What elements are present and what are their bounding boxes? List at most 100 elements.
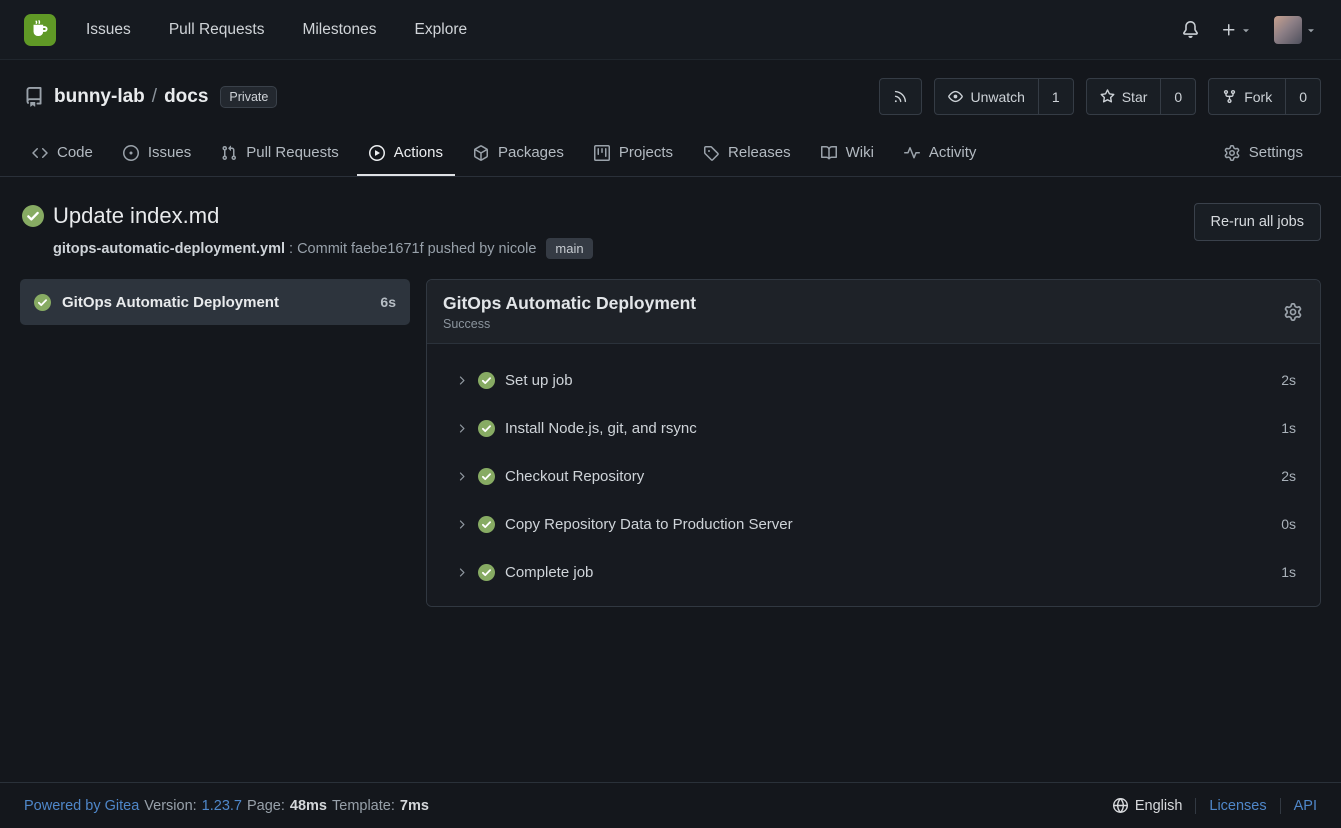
bell-icon <box>1182 21 1199 38</box>
run-subtitle: gitops-automatic-deployment.yml: Commit … <box>53 238 1194 259</box>
fork-icon <box>1222 89 1237 104</box>
chevron-right-icon <box>455 470 468 483</box>
run-title-row: Update index.md <box>22 203 1194 229</box>
user-avatar <box>1274 16 1302 44</box>
step-duration: 1s <box>1281 420 1296 436</box>
nav-links: Issues Pull Requests Milestones Explore <box>86 21 467 39</box>
star-label: Star <box>1122 89 1148 105</box>
step-row[interactable]: Checkout Repository 2s <box>427 452 1320 500</box>
chevron-down-icon <box>1305 24 1317 36</box>
page-label: Page: <box>247 798 285 814</box>
page-footer: Powered by Gitea Version: 1.23.7 Page: 4… <box>0 782 1341 828</box>
tab-issues[interactable]: Issues <box>111 129 203 176</box>
step-name: Install Node.js, git, and rsync <box>505 420 697 437</box>
gitea-cup-icon <box>29 19 51 41</box>
tab-wiki[interactable]: Wiki <box>809 129 886 176</box>
step-row[interactable]: Complete job 1s <box>427 548 1320 596</box>
step-duration: 1s <box>1281 564 1296 580</box>
tab-activity[interactable]: Activity <box>892 129 989 176</box>
repo-owner-link[interactable]: bunny-lab <box>54 86 145 108</box>
language-label: English <box>1135 798 1183 814</box>
template-label: Template: <box>332 798 395 814</box>
success-check-icon <box>478 516 495 533</box>
tab-packages[interactable]: Packages <box>461 129 576 176</box>
plus-icon <box>1221 22 1237 38</box>
repo-name-link[interactable]: docs <box>164 86 208 108</box>
chevron-right-icon <box>455 374 468 387</box>
watch-button-group: Unwatch 1 <box>934 78 1073 115</box>
create-new-button[interactable] <box>1221 22 1252 38</box>
nav-item-milestones[interactable]: Milestones <box>302 21 376 39</box>
step-row[interactable]: Copy Repository Data to Production Serve… <box>427 500 1320 548</box>
user-menu-button[interactable] <box>1274 16 1317 44</box>
commit-sha-link[interactable]: faebe1671f <box>351 241 424 257</box>
tab-label: Actions <box>394 144 443 161</box>
api-link[interactable]: API <box>1280 798 1317 814</box>
tab-releases[interactable]: Releases <box>691 129 803 176</box>
step-duration: 0s <box>1281 516 1296 532</box>
gear-icon <box>1284 303 1302 321</box>
gitea-logo[interactable] <box>24 14 56 46</box>
step-duration: 2s <box>1281 372 1296 388</box>
job-detail-status: Success <box>443 317 696 331</box>
branch-badge[interactable]: main <box>546 238 592 259</box>
fork-label: Fork <box>1244 89 1272 105</box>
step-name: Set up job <box>505 372 573 389</box>
tab-actions[interactable]: Actions <box>357 129 455 176</box>
language-selector[interactable]: English <box>1100 798 1196 814</box>
footer-left: Powered by Gitea Version: 1.23.7 Page: 4… <box>24 798 1100 814</box>
tab-settings[interactable]: Settings <box>1212 129 1315 176</box>
version-link[interactable]: 1.23.7 <box>202 798 242 814</box>
licenses-link[interactable]: Licenses <box>1195 798 1279 814</box>
repo-action-buttons: Unwatch 1 Star 0 Fork 0 <box>879 78 1321 115</box>
tab-label: Code <box>57 144 93 161</box>
fork-button[interactable]: Fork <box>1209 79 1285 114</box>
issue-icon <box>123 145 139 161</box>
star-button[interactable]: Star <box>1087 79 1161 114</box>
globe-icon <box>1113 798 1128 813</box>
repo-header: bunny-lab / docs Private Unwatch 1 Star <box>0 60 1341 177</box>
step-row[interactable]: Set up job 2s <box>427 356 1320 404</box>
play-circle-icon <box>369 145 385 161</box>
steps-list: Set up job 2s Install Node.js, git, and … <box>427 344 1320 606</box>
rerun-all-jobs-button[interactable]: Re-run all jobs <box>1194 203 1322 241</box>
star-icon <box>1100 89 1115 104</box>
job-list-item[interactable]: GitOps Automatic Deployment 6s <box>20 279 410 325</box>
success-check-icon <box>478 372 495 389</box>
pull-request-icon <box>221 145 237 161</box>
step-row[interactable]: Install Node.js, git, and rsync 1s <box>427 404 1320 452</box>
repo-tabs: Code Issues Pull Requests Actions Packag… <box>0 129 1341 177</box>
success-check-icon <box>478 564 495 581</box>
powered-by-link[interactable]: Powered by Gitea <box>24 798 139 814</box>
unwatch-label: Unwatch <box>970 89 1024 105</box>
fork-button-group: Fork 0 <box>1208 78 1321 115</box>
actions-run-page: Update index.md gitops-automatic-deploym… <box>0 177 1341 782</box>
job-duration: 6s <box>380 294 396 310</box>
step-name: Complete job <box>505 564 593 581</box>
notifications-button[interactable] <box>1182 21 1199 38</box>
workflow-file-link[interactable]: gitops-automatic-deployment.yml <box>53 241 285 257</box>
actor-link[interactable]: nicole <box>499 241 537 257</box>
step-name: Copy Repository Data to Production Serve… <box>505 516 793 533</box>
nav-item-issues[interactable]: Issues <box>86 21 131 39</box>
forks-count[interactable]: 0 <box>1285 79 1320 114</box>
eye-icon <box>948 89 963 104</box>
tab-code[interactable]: Code <box>20 129 105 176</box>
watchers-count[interactable]: 1 <box>1038 79 1073 114</box>
job-detail-card: GitOps Automatic Deployment Success Set … <box>426 279 1321 607</box>
tab-label: Settings <box>1249 144 1303 161</box>
stars-count[interactable]: 0 <box>1160 79 1195 114</box>
unwatch-button[interactable]: Unwatch <box>935 79 1037 114</box>
tab-label: Packages <box>498 144 564 161</box>
rss-button[interactable] <box>879 78 922 115</box>
gear-icon <box>1224 145 1240 161</box>
tab-label: Pull Requests <box>246 144 339 161</box>
nav-right <box>1182 16 1317 44</box>
nav-item-explore[interactable]: Explore <box>415 21 468 39</box>
job-options-button[interactable] <box>1284 303 1302 321</box>
tab-pull-requests[interactable]: Pull Requests <box>209 129 351 176</box>
tab-projects[interactable]: Projects <box>582 129 685 176</box>
job-detail-header: GitOps Automatic Deployment Success <box>427 280 1320 344</box>
nav-item-pull-requests[interactable]: Pull Requests <box>169 21 265 39</box>
success-check-icon <box>478 468 495 485</box>
